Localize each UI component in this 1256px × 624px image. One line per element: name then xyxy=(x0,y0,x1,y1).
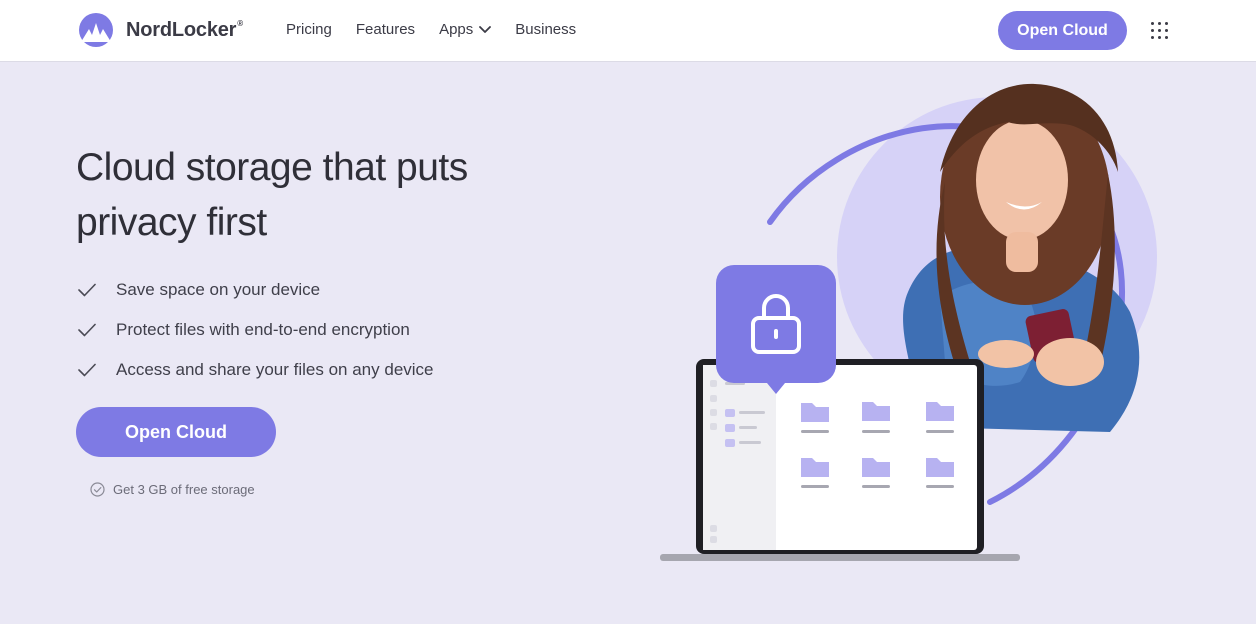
check-icon xyxy=(78,323,96,337)
top-navigation: NordLocker® Pricing Features Apps Busine… xyxy=(0,0,1256,62)
open-cloud-hero-button[interactable]: Open Cloud xyxy=(76,407,276,457)
nav-features[interactable]: Features xyxy=(356,21,415,38)
feature-text: Save space on your device xyxy=(116,280,321,299)
brand-name: NordLocker® xyxy=(126,18,243,41)
feature-list: Save space on your device Protect files … xyxy=(78,270,434,390)
nav-apps[interactable]: Apps xyxy=(439,21,492,38)
hero-illustration xyxy=(660,83,1157,561)
free-storage-text: Get 3 GB of free storage xyxy=(113,482,255,497)
open-cloud-header-button[interactable]: Open Cloud xyxy=(998,11,1127,50)
feature-item: Protect files with end-to-end encryption xyxy=(78,310,434,350)
check-icon xyxy=(78,363,96,377)
feature-text: Access and share your files on any devic… xyxy=(116,360,434,379)
feature-item: Save space on your device xyxy=(78,270,434,310)
feature-item: Access and share your files on any devic… xyxy=(78,350,434,390)
check-circle-icon xyxy=(90,482,105,497)
chevron-down-icon xyxy=(479,25,492,33)
check-icon xyxy=(78,283,96,297)
nav-pricing[interactable]: Pricing xyxy=(286,21,332,38)
nav-business[interactable]: Business xyxy=(515,21,576,38)
free-storage-note: Get 3 GB of free storage xyxy=(90,482,255,497)
apps-grid-icon[interactable] xyxy=(1151,22,1168,39)
hero-title: Cloud storage that puts privacy first xyxy=(76,146,468,244)
brand-logo-link[interactable]: NordLocker® xyxy=(76,13,243,47)
padlock-icon xyxy=(716,265,836,394)
nav-apps-label: Apps xyxy=(439,21,474,38)
laptop-illustration xyxy=(660,359,1020,561)
nordlocker-logo-icon xyxy=(79,13,113,47)
main-nav: Pricing Features Apps Business xyxy=(286,21,576,38)
feature-text: Protect files with end-to-end encryption xyxy=(116,320,410,339)
